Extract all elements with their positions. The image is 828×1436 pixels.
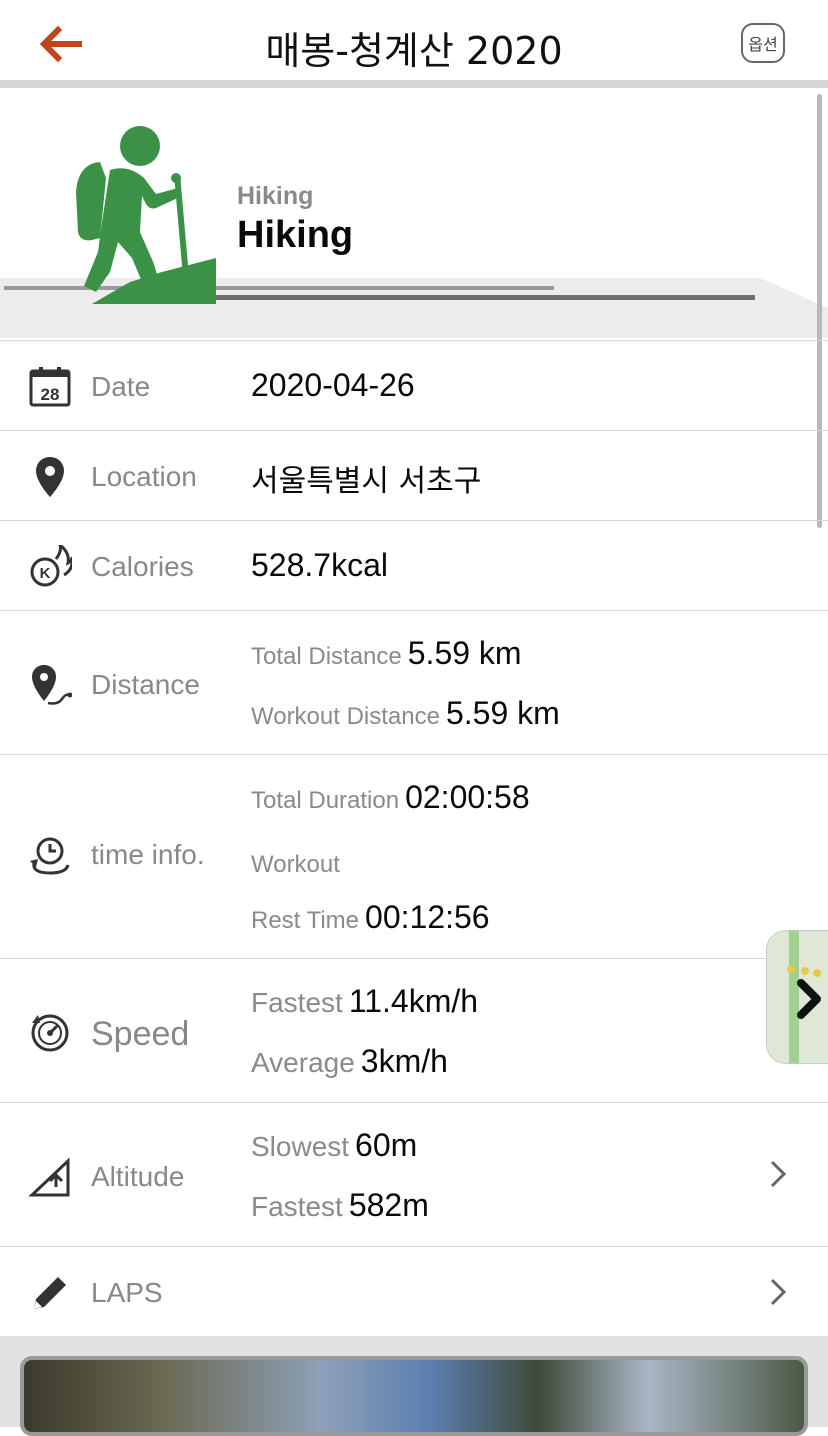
altitude-slowest: Slowest 60m: [251, 1127, 417, 1164]
flame-k-icon: K: [30, 545, 72, 587]
calories-value: 528.7kcal: [251, 547, 388, 583]
time-info-label: time info.: [91, 839, 205, 870]
workout-duration-label: Workout: [251, 851, 340, 878]
altitude-slowest-label: Slowest: [251, 1131, 350, 1162]
page-title: 매봉-청계산 2020: [265, 29, 563, 73]
rest-time-label: Rest Time: [251, 907, 360, 934]
altitude-fastest-label: Fastest: [251, 1191, 343, 1222]
svg-text:28: 28: [41, 385, 60, 404]
workout-distance: Workout Distance 5.59 km: [251, 695, 560, 732]
altitude-fastest-value: 582m: [348, 1187, 429, 1223]
location-row: Location 서울특별시 서초구: [0, 430, 828, 520]
workout-distance-label: Workout Distance: [251, 703, 440, 730]
activity-name: Hiking: [237, 214, 354, 256]
app-header: 매봉-청계산 2020 옵션: [0, 0, 828, 88]
time-info-row: time info. Total Duration 02:00:58 Workou…: [0, 754, 828, 958]
pencil-icon: [34, 1277, 66, 1309]
calories-row: K Calories 528.7kcal: [0, 520, 828, 610]
svg-text:K: K: [40, 565, 51, 582]
altitude-slowest-value: 60m: [355, 1127, 418, 1163]
clock-cycle-icon: [30, 837, 70, 875]
altitude-row[interactable]: Altitude Slowest 60m Fastest 582m: [0, 1102, 828, 1246]
calories-label: Calories: [91, 551, 194, 582]
fastest-speed-value: 11.4km/h: [348, 983, 479, 1019]
total-distance-label: Total Distance: [251, 643, 402, 670]
fastest-speed-label: Fastest: [251, 987, 343, 1018]
workout-duration: Workout: [251, 843, 346, 880]
altitude-fastest: Fastest 582m: [251, 1187, 429, 1224]
rest-time-value: 00:12:56: [365, 899, 490, 935]
activity-photo[interactable]: [20, 1356, 808, 1436]
date-label: Date: [91, 371, 151, 402]
map-preview-button[interactable]: [766, 930, 828, 1064]
average-speed-value: 3km/h: [360, 1043, 448, 1079]
date-value: 2020-04-26: [251, 367, 415, 403]
location-value: 서울특별시 서초구: [251, 464, 482, 499]
location-label: Location: [91, 461, 197, 492]
fastest-speed: Fastest 11.4km/h: [251, 983, 478, 1020]
average-speed-label: Average: [251, 1047, 355, 1078]
total-distance: Total Distance 5.59 km: [251, 635, 522, 672]
chevron-right-icon[interactable]: [766, 1159, 790, 1189]
laps-label: LAPS: [91, 1277, 163, 1308]
date-row: 28 Date 2020-04-26: [0, 340, 828, 430]
average-speed: Average 3km/h: [251, 1043, 448, 1080]
map-preview-image: [767, 931, 828, 1063]
speedometer-icon: [31, 1014, 69, 1052]
total-duration-label: Total Duration: [251, 787, 400, 814]
slope-icon: [28, 1157, 70, 1197]
total-distance-value: 5.59 km: [407, 635, 522, 671]
laps-row[interactable]: LAPS: [0, 1246, 828, 1336]
distance-row: Distance Total Distance 5.59 km Workout D…: [0, 610, 828, 754]
calendar-icon: 28: [29, 367, 71, 407]
altitude-label: Altitude: [91, 1161, 185, 1192]
chevron-right-icon[interactable]: [766, 1277, 790, 1307]
speed-row: Speed Fastest 11.4km/h Average 3km/h: [0, 958, 828, 1102]
rest-time: Rest Time 00:12:56: [251, 899, 490, 936]
speed-label: Speed: [91, 1015, 190, 1053]
workout-distance-value: 5.59 km: [445, 695, 560, 731]
activity-subtitle: Hiking: [237, 182, 314, 210]
total-duration-value: 02:00:58: [405, 779, 530, 815]
total-duration: Total Duration 02:00:58: [251, 779, 530, 816]
route-pin-icon: [32, 665, 72, 705]
map-pin-icon: [36, 457, 64, 497]
hiker-icon: [76, 126, 216, 304]
distance-label: Distance: [91, 669, 200, 700]
options-button[interactable]: 옵션: [741, 23, 785, 63]
